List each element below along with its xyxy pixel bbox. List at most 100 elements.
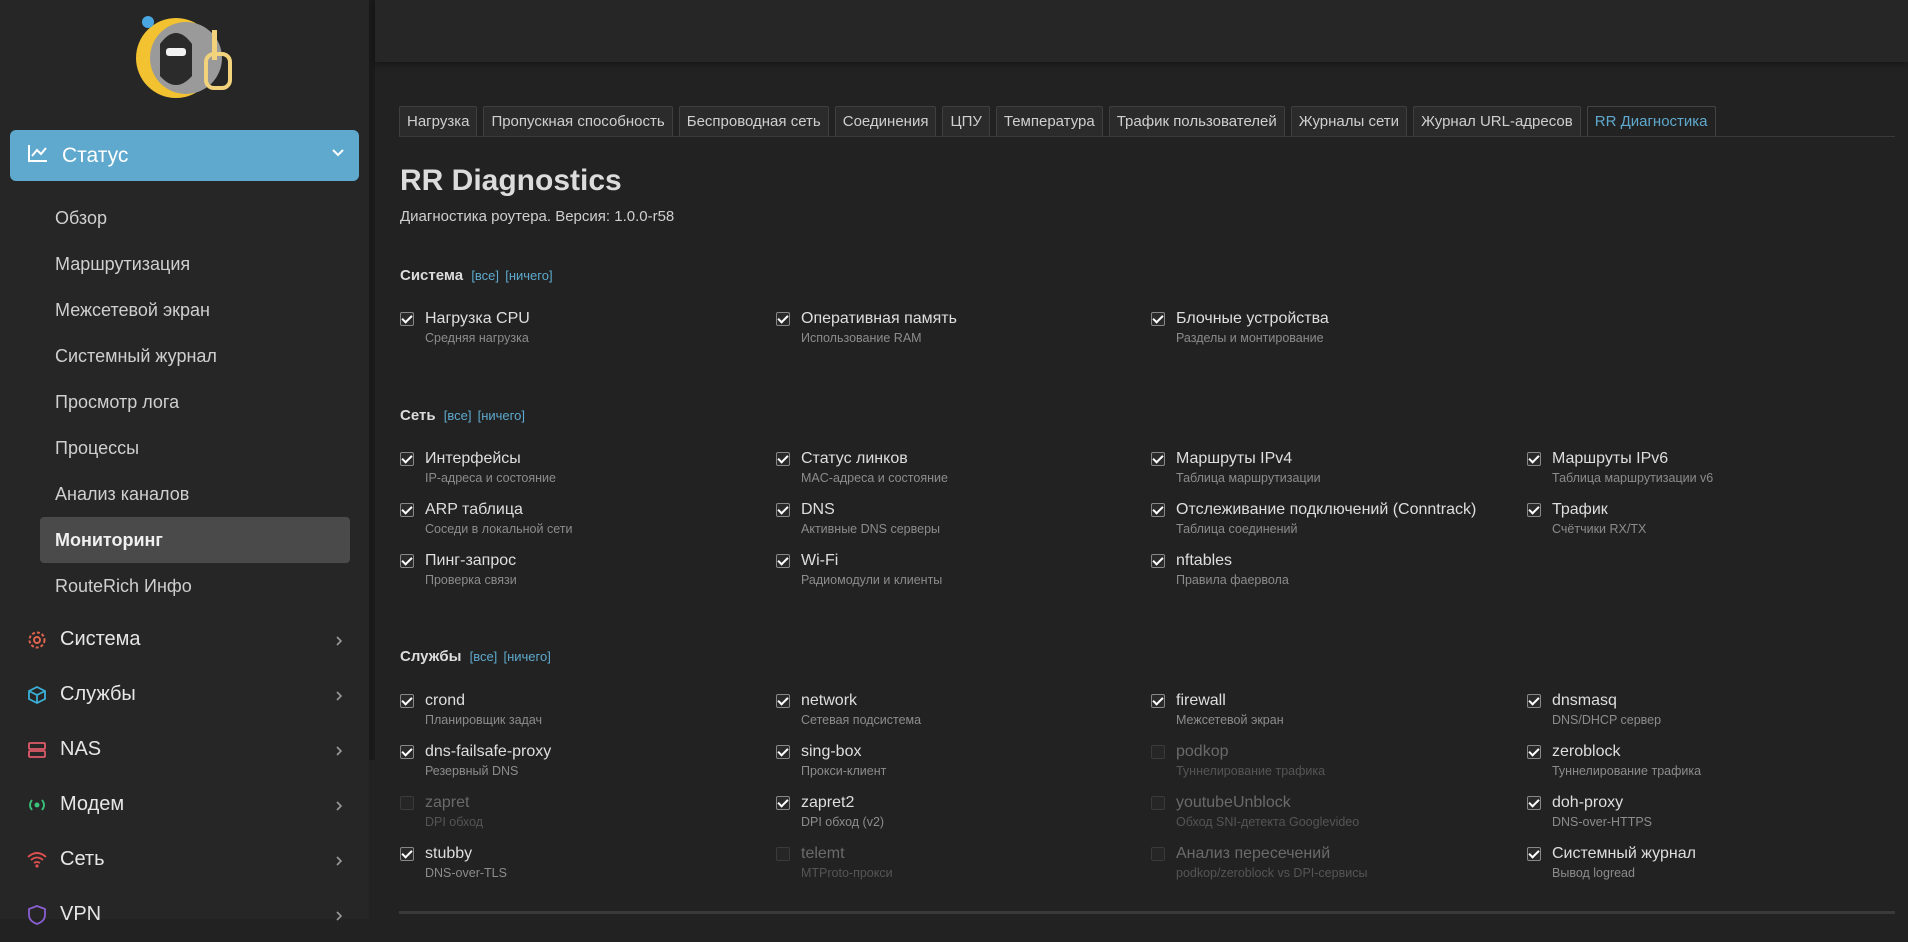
section-system-header: Система [все] [ничего] [400, 267, 553, 284]
option-label: ARP таблица [425, 501, 523, 518]
sidebar-group-службы[interactable]: Службы [0, 667, 369, 722]
option-label: Wi-Fi [801, 552, 839, 569]
nav-status-label: Статус [62, 143, 129, 167]
checkbox[interactable] [400, 745, 414, 759]
tab-нагрузка[interactable]: Нагрузка [399, 106, 478, 136]
sidebar-group-модем[interactable]: Модем [0, 777, 369, 832]
checkbox[interactable] [1151, 554, 1165, 568]
sidebar-group-nas[interactable]: NAS [0, 722, 369, 777]
checkbox[interactable] [1151, 694, 1165, 708]
tab-соединения[interactable]: Соединения [834, 106, 937, 136]
sidebar-group-label: Службы [60, 683, 136, 705]
option-label: sing-box [801, 743, 862, 760]
shield-icon [26, 904, 48, 926]
page-title: RR Diagnostics [400, 164, 622, 197]
select-none-link[interactable]: [ничего] [505, 268, 552, 283]
chevron-right-icon [335, 850, 343, 873]
checkbox[interactable] [1151, 312, 1165, 326]
sidebar-subitem[interactable]: RouteRich Инфо [40, 563, 350, 609]
option-label: stubby [425, 845, 473, 862]
sidebar-subitem[interactable]: Межсетевой экран [40, 287, 350, 333]
sidebar-group-сеть[interactable]: Сеть [0, 832, 369, 887]
option-description: Активные DNS серверы [801, 522, 941, 536]
checkbox[interactable] [776, 503, 790, 517]
tab-пропускная-способность[interactable]: Пропускная способность [483, 106, 673, 136]
checkbox[interactable] [1151, 745, 1165, 759]
sidebar-group-vpn[interactable]: VPN [0, 887, 369, 942]
checkbox[interactable] [776, 554, 790, 568]
option-label: Пинг-запрос [425, 552, 517, 569]
tab-беспроводная-сеть[interactable]: Беспроводная сеть [678, 106, 829, 136]
option-label: dns-failsafe-proxy [425, 743, 552, 760]
option-description: Прокси-клиент [801, 764, 887, 778]
tab-rr-диагностика[interactable]: RR Диагностика [1586, 106, 1716, 136]
checkbox[interactable] [1151, 503, 1165, 517]
sidebar-subitem[interactable]: Просмотр лога [40, 379, 350, 425]
sidebar-group-система[interactable]: Система [0, 612, 369, 667]
chevron-right-icon [335, 905, 343, 928]
checkbox[interactable] [400, 503, 414, 517]
checkbox[interactable] [1151, 847, 1165, 861]
checkbox[interactable] [1151, 452, 1165, 466]
option-label: youtubeUnblock [1176, 794, 1291, 811]
server-icon [26, 739, 48, 761]
checkbox[interactable] [776, 312, 790, 326]
option-label: Статус линков [801, 450, 908, 467]
sidebar-subitem[interactable]: Мониторинг [40, 517, 350, 563]
sidebar-subitem[interactable]: Обзор [40, 195, 350, 241]
option-description: MAC-адреса и состояние [801, 471, 948, 485]
tab-температура[interactable]: Температура [995, 106, 1103, 136]
checkbox[interactable] [400, 312, 414, 326]
sidebar-subitem[interactable]: Процессы [40, 425, 350, 471]
sidebar-group-label: Модем [60, 793, 125, 815]
select-all-link[interactable]: [все] [470, 649, 498, 664]
option-label: network [801, 692, 858, 709]
checkbox[interactable] [400, 554, 414, 568]
sidebar-subitem[interactable]: Маршрутизация [40, 241, 350, 287]
tab-цпу[interactable]: ЦПУ [942, 106, 990, 136]
option-description: DNS/DHCP сервер [1552, 713, 1662, 727]
select-all-link[interactable]: [все] [444, 408, 472, 423]
checkbox[interactable] [400, 452, 414, 466]
option-label: Оперативная память [801, 310, 957, 327]
option-label: Нагрузка CPU [425, 310, 530, 327]
checkbox[interactable] [1527, 503, 1541, 517]
chevron-right-icon [335, 795, 343, 818]
tab-трафик-пользователей[interactable]: Трафик пользователей [1108, 106, 1285, 136]
select-none-link[interactable]: [ничего] [503, 649, 550, 664]
option-description: Сетевая подсистема [801, 713, 922, 727]
tab-журнал-url-адресов[interactable]: Журнал URL-адресов [1413, 106, 1581, 136]
sidebar-group-label: Сеть [60, 848, 105, 870]
checkbox[interactable] [400, 694, 414, 708]
checkbox[interactable] [1151, 796, 1165, 810]
checkbox[interactable] [1527, 847, 1541, 861]
checkbox[interactable] [400, 796, 414, 810]
wifi-icon [26, 849, 48, 871]
select-all-link[interactable]: [все] [471, 268, 499, 283]
option-description: Средняя нагрузка [425, 331, 529, 345]
checkbox[interactable] [400, 847, 414, 861]
select-none-link[interactable]: [ничего] [478, 408, 525, 423]
tab-журналы-сети[interactable]: Журналы сети [1290, 106, 1408, 136]
option-description: Счётчики RX/TX [1552, 522, 1647, 536]
option-description: DPI обход (v2) [801, 815, 885, 829]
option-description: Таблица маршрутизации v6 [1552, 471, 1714, 485]
nav-status[interactable]: Статус [10, 130, 359, 181]
checkbox[interactable] [1527, 452, 1541, 466]
checkbox[interactable] [1527, 694, 1541, 708]
option-description: Проверка связи [425, 573, 517, 587]
sidebar-subitem[interactable]: Системный журнал [40, 333, 350, 379]
checkbox[interactable] [776, 745, 790, 759]
checkbox[interactable] [776, 452, 790, 466]
checkbox[interactable] [776, 847, 790, 861]
sidebar-subitem[interactable]: Анализ каналов [40, 471, 350, 517]
option-description: Планировщик задач [425, 713, 543, 727]
checkbox[interactable] [776, 796, 790, 810]
option-label: firewall [1176, 692, 1226, 709]
top-bar [375, 0, 1908, 62]
sidebar-group-label: NAS [60, 738, 102, 760]
checkbox[interactable] [1527, 745, 1541, 759]
checkbox[interactable] [1527, 796, 1541, 810]
checkbox[interactable] [776, 694, 790, 708]
section-divider [399, 911, 1895, 914]
